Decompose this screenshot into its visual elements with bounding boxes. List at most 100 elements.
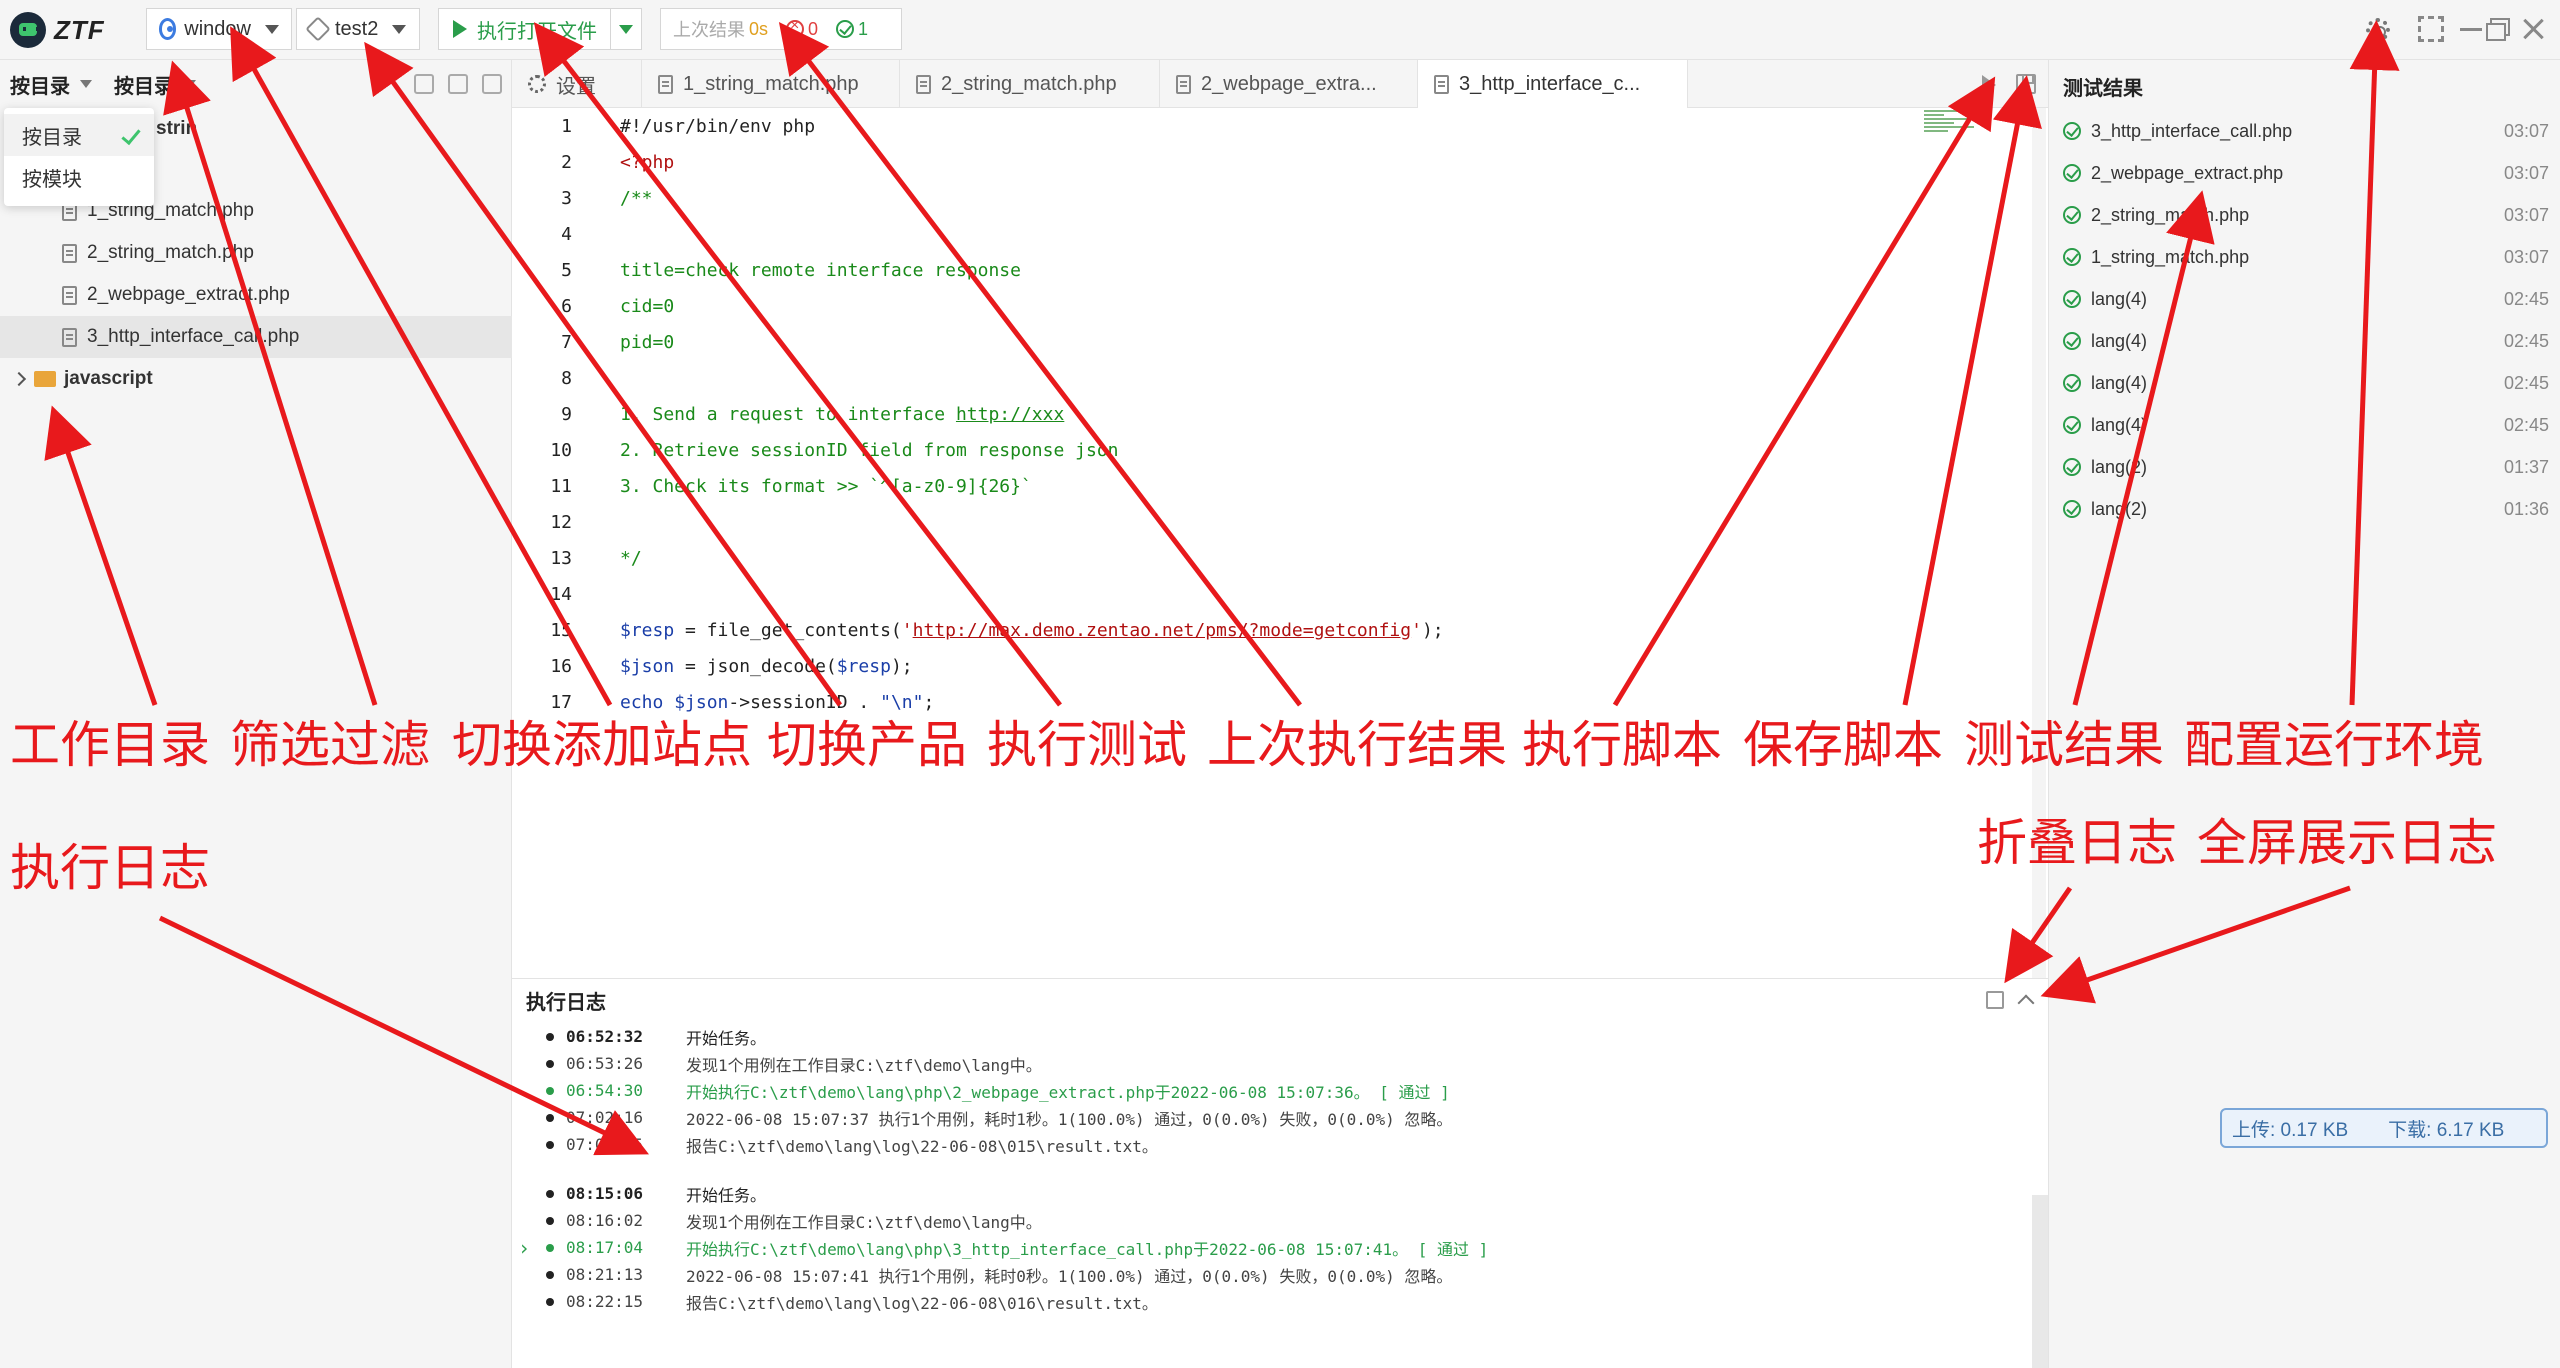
tree-file-item[interactable]: 2_string_match.php (0, 232, 512, 274)
code-token: = file_get_contents( (674, 619, 902, 641)
result-name: 1_string_match.php (2091, 246, 2250, 267)
tree-file-item[interactable]: 2_webpage_extract.php (0, 274, 512, 316)
result-time: 03:07 (2503, 246, 2549, 267)
code-token: http://max.demo.zentao.net/pms/?mode=get… (912, 619, 1412, 641)
result-item[interactable]: lang(2) 01:37 (2063, 446, 2549, 488)
result-item[interactable]: lang(2) 01:36 (2063, 488, 2549, 530)
tree-folder-javascript[interactable]: javascript (0, 358, 512, 400)
result-time: 02:45 (2503, 372, 2549, 393)
filter-dir-select[interactable]: 按目录 (10, 70, 92, 99)
code-line: 11 3. Check its format >> `^[a-z0-9]{26}` (512, 468, 1032, 504)
tab-file[interactable]: 2_webpage_extra... (1160, 60, 1418, 108)
run-file-label: 执行打开文件 (477, 20, 597, 43)
file-icon (658, 74, 673, 94)
result-name: lang(4) (2091, 288, 2148, 309)
code-editor[interactable]: 1 #!/usr/bin/env php 2 <?php 3 /** 4 5 title=che… (512, 108, 2048, 978)
editor-tabs: 设置 1_string_match.php 2_string_match.php… (512, 60, 2048, 108)
cube-icon (305, 16, 331, 42)
dropdown-option-by-module[interactable]: 按模块 (4, 156, 154, 198)
log-message: 2022-06-08 15:07:41 执行1个用例，耗时0秒。1(100.0%… (686, 1266, 1453, 1286)
code-line: 16 $json = json_decode($resp); (512, 648, 912, 684)
result-item[interactable]: 2_webpage_extract.php 03:07 (2063, 152, 2549, 194)
log-time: 08:15:06 (566, 1184, 644, 1203)
pass-icon (2063, 458, 2081, 476)
dropdown-option-by-dir[interactable]: 按目录 (4, 114, 154, 156)
fullscreen-icon[interactable] (2418, 16, 2444, 42)
tab-file[interactable]: 2_string_match.php (900, 60, 1160, 108)
result-item[interactable]: 1_string_match.php 03:07 (2063, 236, 2549, 278)
annotation-last-result: 上次执行结果 (1207, 716, 1507, 774)
run-file-button[interactable]: 执行打开文件 (439, 9, 611, 49)
run-script-icon[interactable] (1982, 74, 2002, 95)
file-icon (62, 243, 77, 263)
last-result-summary[interactable]: 上次结果 0s 0 1 (660, 8, 902, 50)
log-row: › 08:17:04 开始执行C:\ztf\demo\lang\php\3_http… (512, 1234, 2012, 1261)
code-line: 6 cid=0 (512, 288, 674, 324)
settings-gear-icon[interactable] (2366, 18, 2390, 42)
code-line: 3 /** (512, 180, 652, 216)
result-item[interactable]: lang(4) 02:45 (2063, 320, 2549, 362)
code-minimap[interactable] (1924, 108, 2004, 146)
code-token: ); (1421, 619, 1444, 641)
product-select[interactable]: test2 (296, 8, 420, 50)
file-icon (1434, 74, 1449, 94)
annotation-switch-product: 切换产品 (767, 716, 967, 774)
result-item[interactable]: 3_http_interface_call.php 03:07 (2063, 110, 2549, 152)
code-token: 1. Send a request to interface (620, 403, 956, 425)
code-token: ' (901, 619, 913, 641)
tree-file-item-selected[interactable]: 3_http_interface_call.php (0, 316, 512, 358)
close-icon[interactable] (2520, 16, 2546, 42)
upload-speed: 上传: 0.17 KB (2232, 1119, 2349, 1141)
log-bullet-icon (546, 1140, 554, 1149)
tab-file[interactable]: 1_string_match.php (642, 60, 900, 108)
test-results-panel: 测试结果 3_http_interface_call.php 03:07 2_web… (2048, 60, 2560, 1368)
filter-type-select[interactable]: 按目录 (114, 70, 196, 99)
result-item[interactable]: lang(4) 02:45 (2063, 404, 2549, 446)
code-token: cid=0 (620, 295, 675, 317)
minimize-icon[interactable] (2458, 16, 2484, 42)
log-row: 08:16:02 发现1个用例在工作目录C:\ztf\demo\lang中。 (512, 1207, 2012, 1234)
top-toolbar: ZTF window test2 执行打开文件 上次结果 0s 0 1 (0, 0, 2560, 60)
code-token: $json (620, 655, 675, 677)
log-time: 08:17:04 (566, 1238, 644, 1257)
filter-type-label: 按目录 (114, 75, 174, 98)
play-icon (453, 20, 467, 38)
log-bullet-icon (546, 1032, 554, 1041)
run-options-dropdown[interactable] (611, 24, 641, 34)
log-scrollbar[interactable] (2032, 1195, 2048, 1368)
site-select[interactable]: window (146, 8, 292, 50)
collapse-all-icon[interactable] (482, 74, 502, 94)
code-token: title=check remote interface response (620, 259, 1021, 281)
last-duration: 0s (749, 18, 769, 39)
result-item[interactable]: lang(4) 02:45 (2063, 278, 2549, 320)
log-bullet-icon (546, 1086, 554, 1095)
log-bullet-icon (546, 1216, 554, 1225)
log-time: 06:53:26 (566, 1054, 644, 1073)
fullscreen-log-icon[interactable] (1986, 991, 2004, 1009)
chevron-right-icon (11, 371, 27, 387)
option-label: 按目录 (22, 126, 82, 149)
tab-settings[interactable]: 设置 (512, 60, 642, 108)
result-item[interactable]: 2_string_match.php 03:07 (2063, 194, 2549, 236)
save-script-icon[interactable] (2016, 74, 2036, 94)
check-all-icon[interactable] (448, 74, 468, 94)
pass-icon (2063, 164, 2081, 182)
result-item[interactable]: lang(4) 02:45 (2063, 362, 2549, 404)
result-name: lang(4) (2091, 330, 2148, 351)
log-message: 开始执行C:\ztf\demo\lang\php\3_http_interfac… (686, 1239, 1489, 1259)
option-label: 按模块 (22, 168, 82, 191)
filter-dropdown-menu: 按目录 按模块 (4, 108, 154, 206)
annotation-switch-site: 切换添加站点 (452, 716, 752, 774)
tab-label: 设置 (556, 75, 596, 98)
site-select-value: window (184, 17, 251, 40)
log-message: 开始任务。 (686, 1028, 767, 1048)
tree-folder-label: javascript (64, 368, 153, 389)
restore-icon[interactable] (2484, 16, 2510, 42)
line-number: 11 (550, 475, 572, 497)
tab-file-active[interactable]: 3_http_interface_c... (1418, 60, 1688, 108)
file-icon (62, 327, 77, 347)
result-name: 2_webpage_extract.php (2091, 162, 2284, 183)
add-workspace-icon[interactable] (414, 74, 434, 94)
code-token: <?php (620, 151, 675, 173)
pass-icon (2063, 332, 2081, 350)
